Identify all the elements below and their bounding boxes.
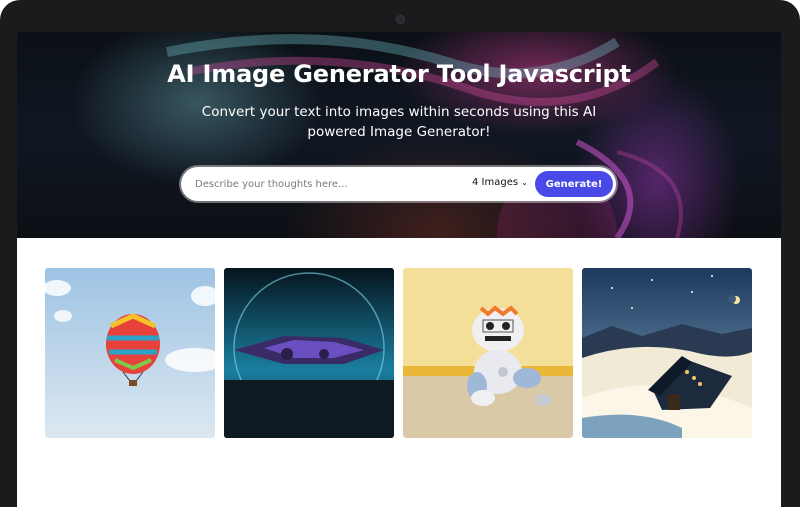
prompt-input[interactable] bbox=[195, 175, 445, 193]
laptop-frame: AI Image Generator Tool Javascript Conve… bbox=[0, 0, 800, 507]
gallery-image-hot-air-balloon[interactable] bbox=[45, 268, 215, 438]
page-subtitle: Convert your text into images within sec… bbox=[201, 104, 597, 140]
gallery-image-robot-plush[interactable] bbox=[403, 268, 573, 438]
gallery-image-snowy-cabin[interactable] bbox=[582, 268, 752, 438]
page-title: AI Image Generator Tool Javascript bbox=[167, 60, 631, 88]
generate-button[interactable]: Generate! bbox=[535, 171, 613, 197]
chevron-down-icon: ⌄ bbox=[521, 178, 528, 187]
browser-screen: AI Image Generator Tool Javascript Conve… bbox=[17, 32, 781, 507]
image-gallery bbox=[45, 268, 753, 438]
image-count-select[interactable]: 4 Images ⌄ bbox=[472, 177, 528, 188]
gallery-image-spaceship[interactable] bbox=[224, 268, 394, 438]
image-count-value: 4 Images bbox=[472, 177, 519, 188]
prompt-form: 4 Images⌄ Generate! bbox=[181, 167, 616, 201]
hero-banner: AI Image Generator Tool Javascript Conve… bbox=[17, 32, 781, 238]
camera-icon bbox=[396, 15, 405, 24]
